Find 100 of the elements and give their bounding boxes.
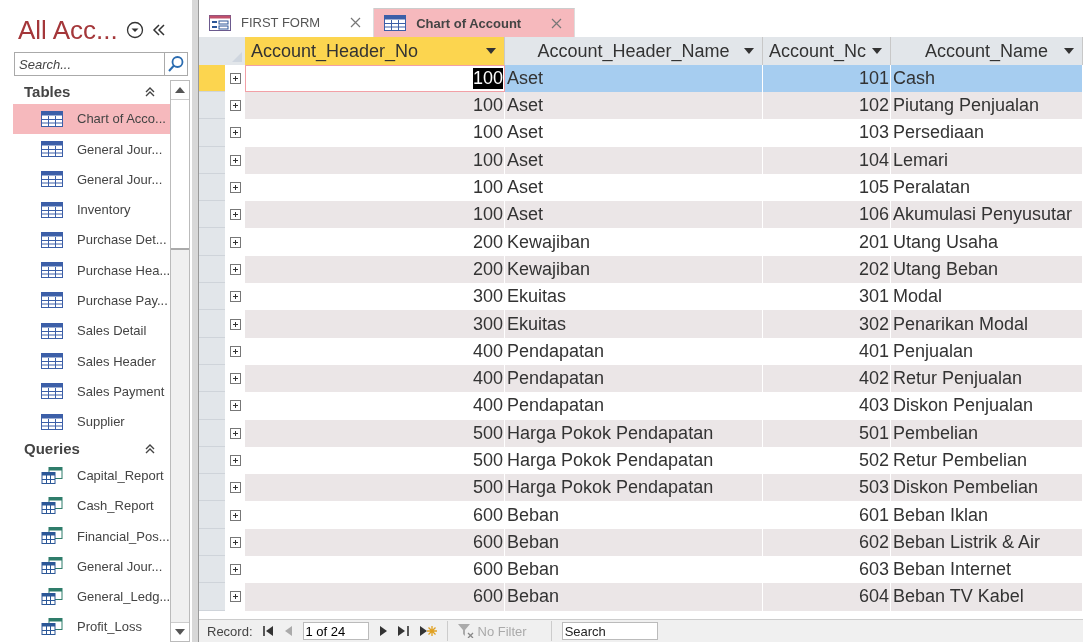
dropdown-arrow-icon[interactable] <box>744 48 754 55</box>
table-cell: 600 <box>245 528 505 557</box>
query-icon <box>41 557 63 576</box>
scrollbar[interactable] <box>170 80 190 642</box>
expand-icon[interactable] <box>229 100 241 112</box>
expand-icon[interactable] <box>229 318 241 330</box>
column-header[interactable]: Account_Name <box>891 37 1083 65</box>
nav-item[interactable]: Sales Detail <box>13 315 171 346</box>
table-icon <box>41 322 63 339</box>
search-field[interactable]: Search <box>561 622 658 641</box>
expand-icon[interactable] <box>229 263 241 275</box>
table-icon <box>41 171 63 188</box>
nav-item[interactable]: Capital_Report <box>13 460 171 491</box>
table-icon <box>384 15 407 32</box>
expand-icon[interactable] <box>229 373 241 385</box>
expand-icon[interactable] <box>229 427 241 439</box>
expand-icon[interactable] <box>229 154 241 166</box>
first-record-icon[interactable] <box>262 626 275 637</box>
expand-icon[interactable] <box>229 72 241 84</box>
nav-item[interactable]: Sales Header <box>13 345 171 377</box>
chevron-icon[interactable] <box>144 442 157 455</box>
expand-icon[interactable] <box>229 182 241 193</box>
column-header[interactable]: Account_Header_Name <box>505 37 763 65</box>
query-icon <box>41 496 63 515</box>
table-icon <box>41 141 63 158</box>
nav-item[interactable]: Cash_Report <box>13 490 171 521</box>
scroll-up-icon[interactable] <box>175 87 186 93</box>
table-cell: 100 <box>245 201 505 229</box>
nav-item[interactable]: Inventory <box>13 194 171 225</box>
chevron-icon[interactable] <box>144 85 157 98</box>
table-cell: Aset <box>505 146 763 174</box>
table-cell: Beban <box>505 528 763 557</box>
expand-icon[interactable] <box>229 400 241 412</box>
scroll-down-icon[interactable] <box>175 629 186 635</box>
nav-item[interactable]: Purchase Det... <box>13 224 171 256</box>
close-icon[interactable] <box>551 17 563 29</box>
table-cell: 302 <box>763 310 891 338</box>
nav-item[interactable]: General_Ledg... <box>13 581 171 612</box>
nav-item[interactable]: Financial_Pos... <box>13 520 171 552</box>
next-record-icon[interactable] <box>378 626 387 637</box>
expand-icon[interactable] <box>229 127 241 139</box>
dropdown-icon[interactable] <box>125 21 144 39</box>
table-cell: 500 <box>245 474 505 502</box>
nav-item[interactable]: Purchase Hea... <box>13 255 171 286</box>
last-record-icon[interactable] <box>396 626 409 637</box>
dropdown-arrow-icon[interactable] <box>872 48 882 55</box>
record-position-field[interactable]: 1 of 24 <box>302 622 369 641</box>
nav-item[interactable]: Supplier <box>13 406 171 437</box>
dropdown-arrow-icon[interactable] <box>1064 48 1074 55</box>
table-cell: Harga Pokok Pendapatan <box>505 474 763 502</box>
table-icon <box>41 231 63 248</box>
query-icon <box>41 617 63 636</box>
table-cell: Diskon Pembelian <box>891 474 1083 502</box>
group-header[interactable]: Queries <box>24 440 80 458</box>
close-icon[interactable] <box>350 17 362 29</box>
table-icon <box>41 292 63 309</box>
search-field[interactable]: Search... <box>14 52 164 76</box>
table-cell: Cash <box>891 64 1083 92</box>
table-icon <box>41 262 63 279</box>
table-cell: 602 <box>763 528 891 557</box>
column-header[interactable]: Account_Nc <box>763 37 891 65</box>
expand-icon[interactable] <box>229 509 241 521</box>
table-cell: Kewajiban <box>505 255 763 284</box>
nav-item[interactable]: General Jour... <box>13 164 171 195</box>
nav-item[interactable]: Sales Payment <box>13 376 171 407</box>
table-cell: 202 <box>763 255 891 284</box>
table-cell: 402 <box>763 364 891 393</box>
table-cell: Beban Listrik & Air <box>891 528 1083 557</box>
table-cell: Beban TV Kabel <box>891 583 1083 611</box>
new-record-icon[interactable] <box>418 625 437 638</box>
nav-item[interactable]: General Jour... <box>13 551 171 582</box>
table-cell: Aset <box>505 92 763 120</box>
table-cell: Harga Pokok Pendapatan <box>505 419 763 447</box>
table-cell: 500 <box>245 419 505 447</box>
table-cell: Penarikan Modal <box>891 310 1083 338</box>
table-icon <box>41 383 63 400</box>
query-icon <box>41 466 63 485</box>
nav-item[interactable]: General Jour... <box>13 134 171 165</box>
nav-item[interactable]: Profit_Loss <box>13 611 171 642</box>
expand-icon[interactable] <box>229 291 241 303</box>
expand-icon[interactable] <box>229 564 241 576</box>
table-cell: Lemari <box>891 146 1083 174</box>
table-icon <box>41 110 63 127</box>
table-cell: 400 <box>245 364 505 393</box>
group-header[interactable]: Tables <box>24 83 71 101</box>
collapse-icon[interactable] <box>151 24 166 36</box>
expand-icon[interactable] <box>229 236 241 248</box>
document-tab[interactable]: Chart of Account <box>374 8 576 38</box>
dropdown-arrow-icon[interactable] <box>486 48 496 55</box>
expand-icon[interactable] <box>229 455 241 466</box>
expand-icon[interactable] <box>229 209 241 221</box>
nav-item[interactable]: Chart of Acco... <box>13 103 171 134</box>
expand-icon[interactable] <box>229 536 241 548</box>
expand-icon[interactable] <box>229 591 241 603</box>
table-cell: Ekuitas <box>505 310 763 338</box>
nav-item[interactable]: Purchase Pay... <box>13 285 171 316</box>
table-cell: 101 <box>763 64 891 92</box>
expand-icon[interactable] <box>229 482 241 494</box>
column-header[interactable]: Account_Header_No <box>245 37 505 65</box>
expand-icon[interactable] <box>229 345 241 357</box>
